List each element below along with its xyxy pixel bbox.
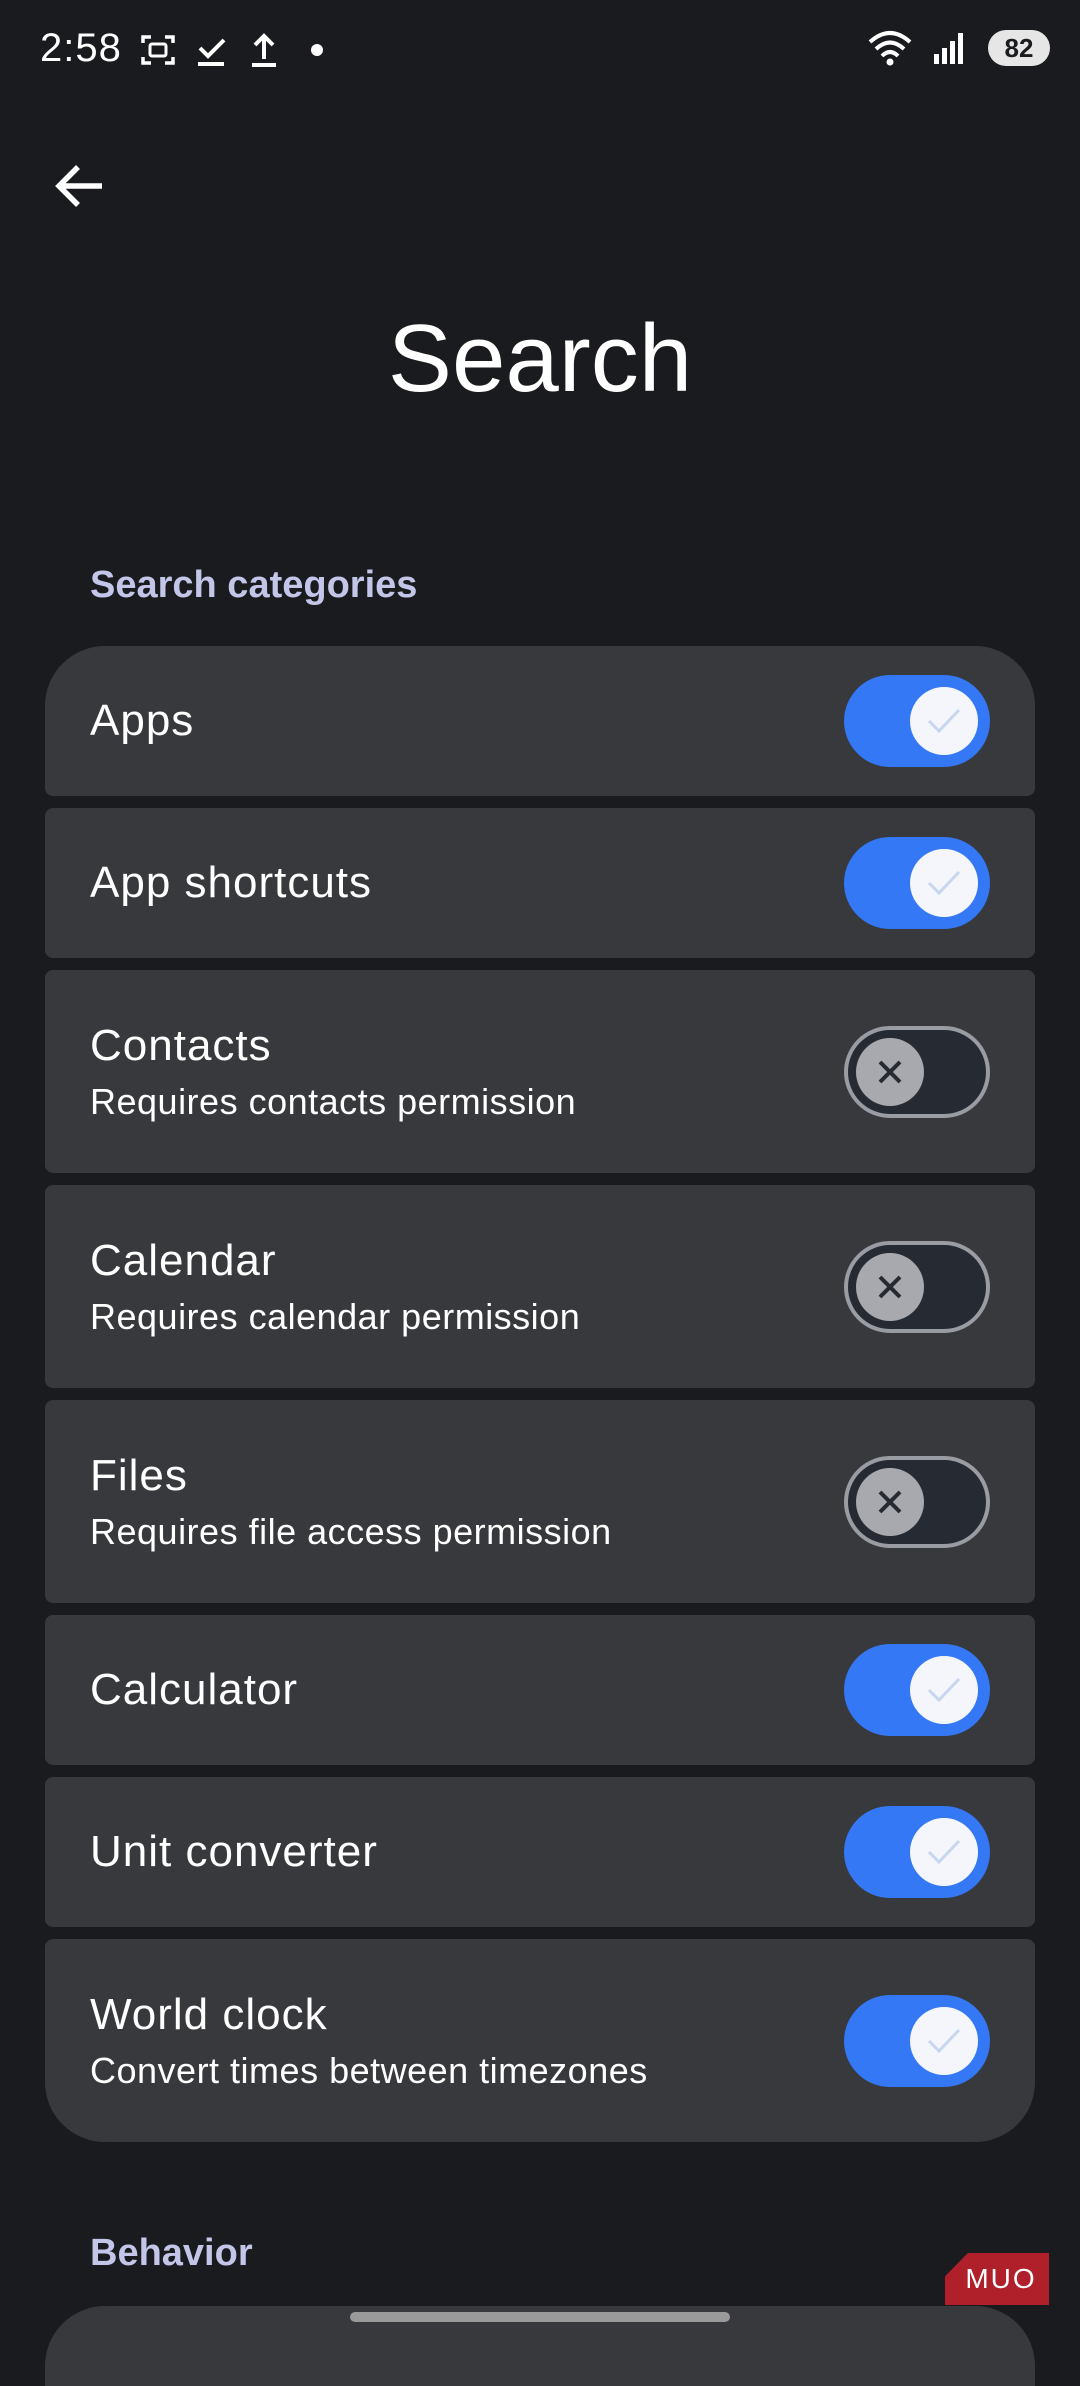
setting-title: Apps [90,696,195,745]
download-done-icon [191,30,231,70]
files-toggle[interactable] [844,1455,990,1548]
check-icon [927,870,961,896]
status-icons-right: 82 [848,30,1050,66]
check-icon [927,1839,961,1865]
setting-item-app-shortcuts[interactable]: App shortcuts [45,808,1035,958]
app-shortcuts-toggle[interactable] [844,837,990,929]
setting-title: Contacts [90,1020,272,1070]
setting-item-apps[interactable]: Apps [45,646,1035,796]
toggle-thumb [856,1467,924,1536]
battery-indicator: 82 [988,30,1050,66]
close-icon [878,1060,902,1083]
home-indicator[interactable] [350,2312,730,2322]
setting-item-world-clock[interactable]: World clock Convert times between timezo… [45,1939,1035,2142]
setting-subtitle: Convert times between timezones [90,2049,648,2091]
setting-item-files[interactable]: Files Requires file access permission [45,1400,1035,1603]
arrow-left-icon [55,165,102,207]
unit-converter-toggle[interactable] [844,1806,990,1898]
toggle-thumb [910,1818,978,1886]
setting-title: Calendar [90,1235,277,1285]
back-button[interactable] [50,156,110,216]
contacts-toggle[interactable] [844,1025,990,1118]
setting-title: App shortcuts [90,858,373,907]
screenshot-icon [138,30,178,70]
battery-wrapper: 82 [988,30,1050,66]
status-bar: 2:58 82 [0,0,1080,100]
toggle-thumb [910,2006,978,2075]
check-icon [927,708,961,734]
setting-item-calculator[interactable]: Calculator [45,1615,1035,1765]
setting-subtitle: Requires calendar permission [90,1295,581,1337]
setting-subtitle: Requires file access permission [90,1510,612,1552]
upload-icon [244,30,284,70]
search-categories-list: Apps App shortcuts Contacts Requires con… [45,646,1035,2154]
world-clock-toggle[interactable] [844,1994,990,2087]
setting-item-unit-converter[interactable]: Unit converter [45,1777,1035,1927]
muo-watermark: MUO [945,2253,1049,2305]
check-icon [927,1677,961,1703]
setting-item-calendar[interactable]: Calendar Requires calendar permission [45,1185,1035,1388]
toggle-thumb [910,687,978,755]
toggle-thumb [856,1037,924,1106]
watermark-label: MUO [965,2263,1037,2294]
setting-title: Calculator [90,1665,299,1714]
section-header-search-categories: Search categories [90,564,418,606]
setting-title: Files [90,1450,188,1500]
check-icon [927,2028,961,2053]
status-icons-left [138,30,350,70]
setting-title: Unit converter [90,1827,378,1876]
section-header-behavior: Behavior [90,2232,253,2274]
dot-icon [297,30,337,70]
setting-subtitle: Requires contacts permission [90,1080,577,1122]
toggle-thumb [910,849,978,917]
setting-title: World clock [90,1989,328,2039]
status-time: 2:58 [40,26,122,70]
close-icon [878,1490,902,1513]
close-icon [878,1275,902,1298]
setting-item-contacts[interactable]: Contacts Requires contacts permission [45,970,1035,1173]
calendar-toggle[interactable] [844,1240,990,1333]
page-title: Search [387,305,693,412]
toggle-thumb [856,1252,924,1321]
toggle-thumb [910,1656,978,1724]
signal-icon [932,30,968,66]
apps-toggle[interactable] [844,675,990,767]
wifi-icon [868,30,912,66]
calculator-toggle[interactable] [844,1644,990,1736]
